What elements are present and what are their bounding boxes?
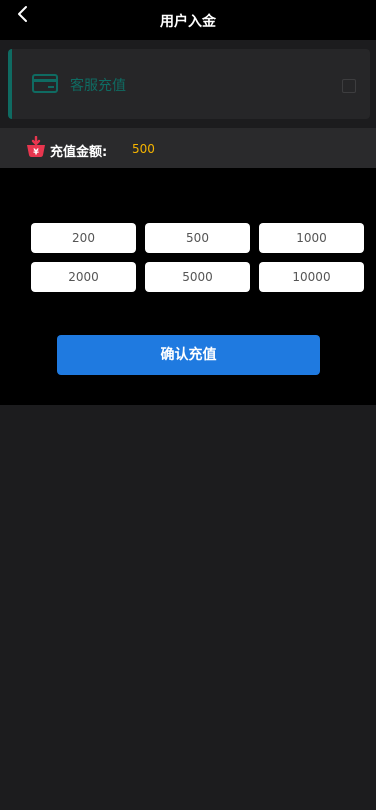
amount-option-500[interactable]: 500 [145,223,250,253]
payment-method-section: 客服充值 [0,40,376,128]
recharge-amount-row: ¥ 充值金额: 500 [0,128,376,168]
amount-option-2000[interactable]: 2000 [31,262,136,292]
payment-method-checkbox[interactable] [342,79,356,93]
payment-method-label: 客服充值 [70,78,126,94]
top-bar: 用户入金 [0,0,376,40]
amount-option-1000[interactable]: 1000 [259,223,364,253]
amount-option-200[interactable]: 200 [31,223,136,253]
page-title: 用户入金 [160,14,216,30]
confirm-recharge-button[interactable]: 确认充值 [57,335,320,375]
amount-option-5000[interactable]: 5000 [145,262,250,292]
payment-method-option[interactable]: 客服充值 [8,49,370,119]
recharge-amount-value: 500 [132,142,155,156]
amount-option-10000[interactable]: 10000 [259,262,364,292]
amount-selection-panel: 200 500 1000 2000 5000 10000 确认充值 [0,168,376,405]
credit-card-icon [32,74,58,93]
svg-text:¥: ¥ [33,148,39,157]
recharge-amount-label: 充值金额: [50,145,108,160]
basket-yen-icon: ¥ [27,136,45,157]
